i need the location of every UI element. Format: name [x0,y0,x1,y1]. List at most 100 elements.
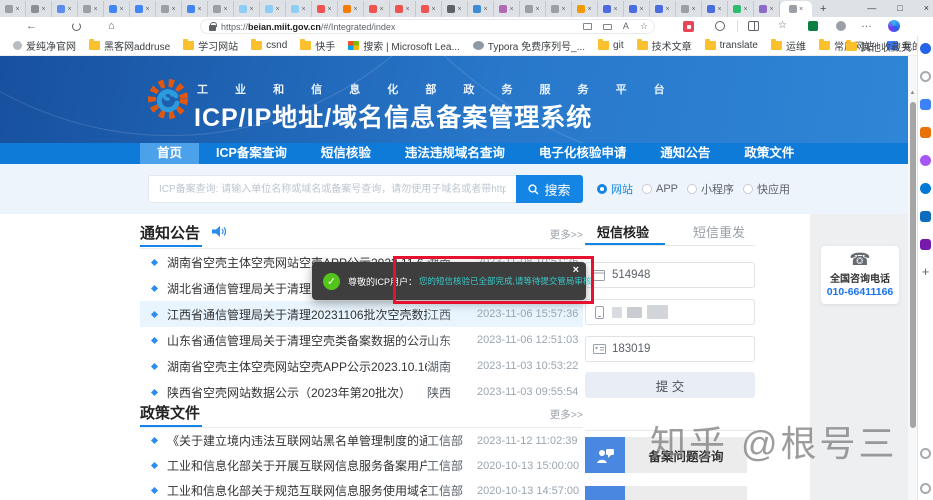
policy-row[interactable]: 工业和信息化部关于开展互联网信息服务备案用户真实身份信息电 工信部 2020-1… [140,453,583,478]
tab-close-icon[interactable]: × [769,6,773,13]
browser-tab[interactable]: × [416,1,442,17]
tab-close-icon[interactable]: × [743,6,747,13]
browser-tab[interactable]: × [52,1,78,17]
tab-close-icon[interactable]: × [327,6,331,13]
devices-icon[interactable] [583,23,592,30]
bookmark-item[interactable]: 运维 [771,38,806,53]
tab-close-icon[interactable]: × [717,6,721,13]
tab-close-icon[interactable]: × [691,6,695,13]
tab-close-icon[interactable]: × [301,6,305,13]
browser-tab[interactable]: × [702,1,728,17]
nav-item[interactable]: 通知公告 [643,143,727,164]
notice-row[interactable]: 江西省通信管理局关于清理20231106批次空壳数据公示 江西 2023-11-… [140,301,583,327]
back-icon[interactable]: ← [26,20,37,33]
tag-icon[interactable] [920,99,931,110]
tab-close-icon[interactable]: × [613,6,617,13]
bookmark-item[interactable]: translate [705,40,758,51]
browser-tab[interactable]: × [26,1,52,17]
address-bar[interactable]: https://beian.miit.gov.cn/#/Integrated/i… [200,19,655,34]
nav-item[interactable]: 政策文件 [727,143,811,164]
tab-close-icon[interactable]: × [639,6,643,13]
tab-close-icon[interactable]: × [41,6,45,13]
settings-gear-icon[interactable] [920,483,931,494]
copilot-icon[interactable] [920,43,931,54]
tab-close-icon[interactable]: × [275,6,279,13]
tab-close-icon[interactable]: × [535,6,539,13]
more-menu-icon[interactable]: … [861,18,873,30]
tab-close-icon[interactable]: × [665,6,669,13]
bookmark-item[interactable]: 黑客网addruse [89,38,170,53]
browser-tab[interactable]: × [338,1,364,17]
verification-code-input[interactable] [612,269,754,281]
search-icon[interactable] [920,71,931,82]
browser-tab[interactable]: × [572,1,598,17]
browser-tab[interactable]: × [728,1,754,17]
search-type-radio[interactable]: 小程序 [687,181,734,197]
policies-more-link[interactable]: 更多>> [550,407,583,422]
keyboard-icon[interactable] [603,24,612,30]
browser-tab[interactable]: × [130,1,156,17]
refresh-icon[interactable] [72,22,81,31]
bookmark-item[interactable]: 学习网站 [183,38,238,53]
browser-tab[interactable]: × [156,1,182,17]
lock-icon[interactable] [209,25,216,31]
new-tab-button[interactable]: + [820,3,826,15]
w-app-icon[interactable] [920,239,931,250]
browser-tab[interactable]: × [754,1,780,17]
add-favorite-star-icon[interactable]: ☆ [640,22,648,31]
tab-close-icon[interactable]: × [249,6,253,13]
tab-close-icon[interactable]: × [145,6,149,13]
nav-item[interactable]: ICP备案查询 [199,143,304,164]
browser-tab[interactable]: × [104,1,130,17]
phone-number-field[interactable] [585,299,755,325]
submit-button[interactable]: 提 交 [585,372,755,398]
policy-row[interactable]: 《关于建立境内违法互联网站黑名单管理制度的通知》（工信部联 工信部 2023-1… [140,428,583,453]
browser-tab[interactable]: × [286,1,312,17]
search-type-radio[interactable]: 快应用 [743,181,790,197]
search-type-radio[interactable]: 网站 [597,181,633,197]
tab-close-icon[interactable]: × [561,6,565,13]
tab-close-icon[interactable]: × [119,6,123,13]
browser-tab[interactable]: × [520,1,546,17]
outlook-icon[interactable] [920,211,931,222]
verification-code-field[interactable] [585,262,755,288]
search-button[interactable]: 搜索 [516,175,583,203]
notice-row[interactable]: 山东省通信管理局关于清理空壳类备案数据的公示 (202337批次) 山东 202… [140,327,583,353]
screenshot-icon[interactable] [920,448,931,459]
people-icon[interactable] [920,155,931,166]
tab-close-icon[interactable]: × [587,6,591,13]
bookmark-item[interactable]: Typora 免费序列号_... [473,38,585,53]
browser-tab[interactable]: × [208,1,234,17]
shopping-icon[interactable] [920,127,931,138]
browser-tab[interactable]: × [494,1,520,17]
wallet-icon[interactable] [808,21,818,31]
tab-close-icon[interactable]: × [509,6,513,13]
tab-close-icon[interactable]: × [353,6,357,13]
notices-more-link[interactable]: 更多>> [550,227,583,242]
copilot-icon[interactable] [888,20,900,32]
browser-tab[interactable]: × [624,1,650,17]
browser-tab[interactable]: × [468,1,494,17]
add-sidebar-item-icon[interactable]: + [920,267,931,278]
nav-item[interactable]: 电子化核验申请 [522,143,644,164]
captcha-input[interactable] [612,343,754,355]
browser-tab[interactable]: × [780,1,812,17]
toast-close-icon[interactable]: × [573,264,579,276]
nav-item[interactable]: 违法违规域名查询 [388,143,522,164]
browser-essentials-icon[interactable] [715,21,725,31]
tab-close-icon[interactable]: × [431,6,435,13]
bookmark-item[interactable]: 技术文章 [637,38,692,53]
home-icon[interactable]: ⌂ [108,20,115,33]
browser-tab[interactable]: × [676,1,702,17]
browser-tab[interactable]: × [546,1,572,17]
nav-item[interactable]: 短信核验 [304,143,388,164]
bookmark-item[interactable]: git [598,40,624,51]
browser-tab[interactable]: × [364,1,390,17]
browser-tab[interactable]: × [234,1,260,17]
tab-close-icon[interactable]: × [799,6,803,13]
bookmark-item[interactable]: 快手 [300,38,335,53]
phone-number[interactable]: 010-66411166 [827,286,894,298]
tab-close-icon[interactable]: × [483,6,487,13]
extension-icon[interactable] [683,21,694,32]
browser-tab[interactable]: × [442,1,468,17]
